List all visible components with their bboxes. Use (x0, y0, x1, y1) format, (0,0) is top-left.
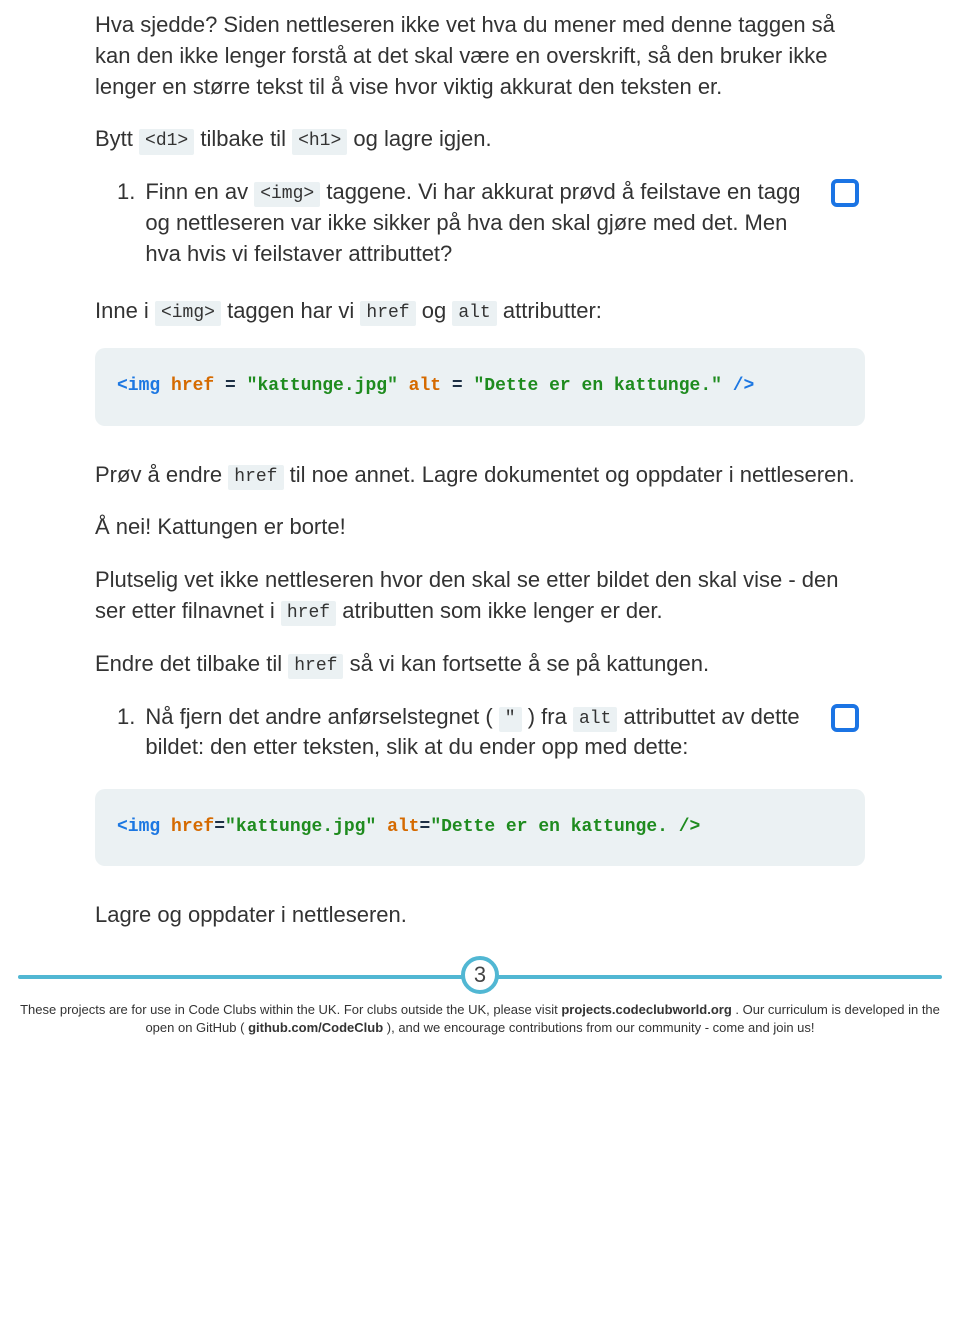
code-token: "kattunge.jpg" (225, 817, 376, 837)
code-block-1: <img href = "kattunge.jpg" alt = "Dette … (95, 348, 865, 425)
code-token: "Dette er en kattunge. /> (430, 817, 700, 837)
code-token: href (160, 817, 214, 837)
code-chip-href: href (288, 654, 343, 679)
step-1: 1. Finn en av <img> taggene. Vi har akku… (95, 177, 865, 269)
code-token: alt (376, 817, 419, 837)
text: taggen har vi (227, 298, 360, 323)
code-chip-alt: alt (452, 301, 496, 326)
checkbox-icon[interactable] (831, 704, 859, 732)
code-token: <img (117, 376, 160, 396)
page-number: 3 (461, 956, 499, 994)
code-token: = (214, 817, 225, 837)
paragraph-explanation: Plutselig vet ikke nettleseren hvor den … (95, 565, 865, 627)
code-block-2: <img href="kattunge.jpg" alt="Dette er e… (95, 789, 865, 866)
code-chip-img: <img> (254, 182, 320, 207)
text: atributten som ikke lenger er der. (342, 598, 662, 623)
code-chip-href: href (281, 601, 336, 626)
paragraph-switch-back: Bytt <d1> tilbake til <h1> og lagre igje… (95, 124, 865, 155)
text: ) fra (528, 704, 573, 729)
code-chip-quote: " (499, 707, 522, 732)
code-chip-d1: <d1> (139, 129, 194, 154)
page-number-bar: 3 (18, 953, 942, 997)
paragraph-oh-no: Å nei! Kattungen er borte! (95, 512, 865, 543)
code-token: = (420, 817, 431, 837)
footer-text: These projects are for use in Code Clubs… (0, 997, 960, 1046)
step-2: 1. Nå fjern det andre anførselstegnet ( … (95, 702, 865, 764)
step-body: Nå fjern det andre anførselstegnet ( " )… (145, 702, 831, 764)
text: These projects are for use in Code Clubs… (20, 1002, 561, 1017)
text: Prøv å endre (95, 462, 228, 487)
text: så vi kan fortsette å se på kattungen. (350, 651, 710, 676)
code-chip-img: <img> (155, 301, 221, 326)
text: Inne i (95, 298, 155, 323)
code-token: = (214, 376, 246, 396)
code-chip-h1: <h1> (292, 129, 347, 154)
text: Nå fjern det andre anførselstegnet ( (145, 704, 498, 729)
text: Endre det tilbake til (95, 651, 288, 676)
text: og lagre igjen. (353, 126, 491, 151)
code-token: <img (117, 817, 160, 837)
step-number: 1. (117, 702, 135, 733)
footer-link-github: github.com/CodeClub (248, 1020, 383, 1035)
paragraph-attributes: Inne i <img> taggen har vi href og alt a… (95, 296, 865, 327)
footer-link-projects: projects.codeclubworld.org (561, 1002, 731, 1017)
paragraph-intro: Hva sjedde? Siden nettleseren ikke vet h… (95, 10, 865, 102)
step-body: Finn en av <img> taggene. Vi har akkurat… (145, 177, 831, 269)
step-number: 1. (117, 177, 135, 208)
text: attributter: (503, 298, 602, 323)
paragraph-change-back: Endre det tilbake til href så vi kan for… (95, 649, 865, 680)
code-token: href (160, 376, 214, 396)
text: ), and we encourage contributions from o… (387, 1020, 815, 1035)
page-footer: 3 These projects are for use in Code Clu… (0, 953, 960, 1046)
paragraph-save-refresh: Lagre og oppdater i nettleseren. (95, 900, 865, 931)
text: Bytt (95, 126, 139, 151)
code-token: alt (398, 376, 441, 396)
checkbox-icon[interactable] (831, 179, 859, 207)
text: Finn en av (145, 179, 254, 204)
code-token: /> (722, 376, 754, 396)
code-chip-href: href (360, 301, 415, 326)
text: og (422, 298, 453, 323)
paragraph-change-href: Prøv å endre href til noe annet. Lagre d… (95, 460, 865, 491)
code-token: "kattunge.jpg" (247, 376, 398, 396)
code-token: "Dette er en kattunge." (474, 376, 722, 396)
text: tilbake til (200, 126, 292, 151)
code-chip-href: href (228, 465, 283, 490)
code-chip-alt: alt (573, 707, 617, 732)
code-token: = (441, 376, 473, 396)
text: til noe annet. Lagre dokumentet og oppda… (290, 462, 855, 487)
